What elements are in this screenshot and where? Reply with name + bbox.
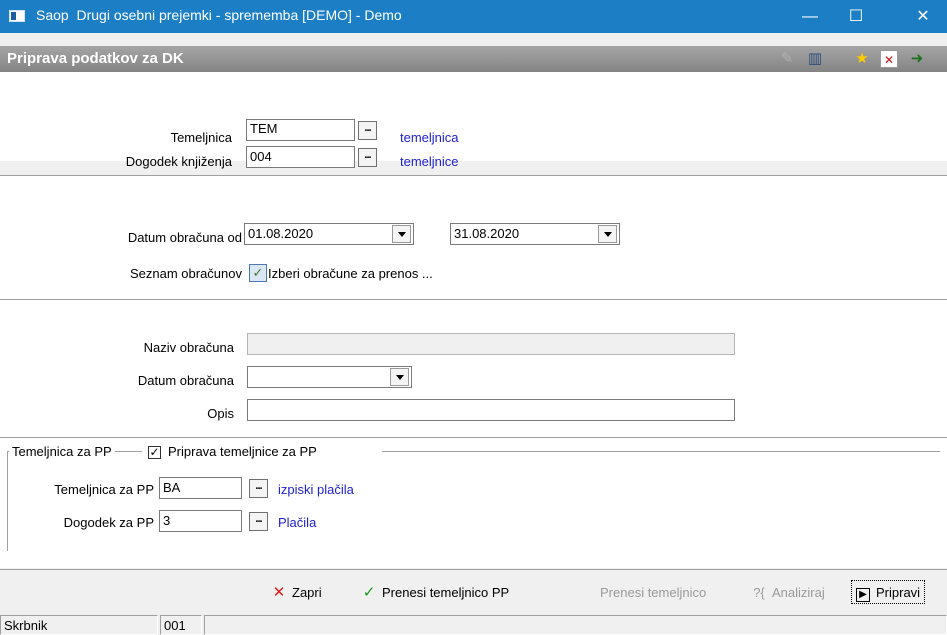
naziv-input[interactable] [247, 333, 735, 355]
temeljnica-field-label: Temeljnica [170, 130, 232, 145]
opis-label: Opis [207, 406, 234, 421]
dogodek-browse-button[interactable]: ... [358, 148, 377, 167]
seznam-link[interactable]: Izberi obračune za prenos ... [268, 266, 433, 281]
window-title-text: Drugi osebni prejemki - sprememba [DEMO]… [76, 7, 402, 23]
section-temeljnica [0, 72, 947, 161]
prenesi-label: Prenesi temeljnico [600, 585, 707, 600]
datum-obracuna-dropdown-button[interactable] [390, 368, 409, 386]
button-bar: ✕ Zapri ✓ Prenesi temeljnico PP Prenesi te… [0, 569, 947, 614]
checklist-icon[interactable]: ✓ [249, 264, 267, 282]
dogodek-pp-input[interactable]: 3 [159, 510, 242, 532]
form-header: Priprava podatkov za DK ✎ ▥ ★ ✕ ➜ [0, 46, 947, 72]
dogodek-input[interactable]: 004 [246, 146, 355, 168]
seznam-label: Seznam obračunov [129, 266, 242, 281]
group-frame-left [7, 451, 8, 551]
pdf-icon[interactable]: ✕ [880, 50, 898, 68]
datum-od-select[interactable]: 01.08.2020 [244, 223, 414, 245]
priprava-pp-checkbox[interactable]: ✓ [148, 446, 161, 459]
maximize-button[interactable]: ☐ [833, 0, 879, 33]
dogodek-pp-link[interactable]: Plačila [278, 515, 316, 530]
exit-icon[interactable]: ➜ [908, 50, 926, 68]
app-icon [9, 10, 25, 22]
datum-obracuna-label: Datum obračuna [137, 373, 234, 388]
temeljnica-pp-label: Temeljnica za PP [54, 482, 154, 497]
zapri-label: Zapri [292, 585, 322, 600]
datum-od-dropdown-button[interactable] [392, 225, 411, 243]
analiziraj-label: Analiziraj [772, 585, 825, 600]
dogodek-pp-label: Dogodek za PP [63, 515, 154, 530]
star-icon[interactable]: ★ [853, 50, 871, 68]
edit-icon[interactable]: ✎ [778, 50, 796, 68]
status-code: 001 [160, 615, 202, 635]
window-title: Saop Drugi osebni prejemki - sprememba [… [36, 7, 402, 23]
dogodek-label: Dogodek knjiženja [125, 154, 232, 169]
pripravi-label: Pripravi [876, 585, 921, 600]
datum-od-value: 01.08.2020 [248, 226, 314, 241]
columns-icon[interactable]: ▥ [806, 50, 824, 68]
close-window-button[interactable]: ✕ [900, 0, 946, 33]
prenesi-pp-button[interactable]: ✓ Prenesi temeljnico PP [360, 581, 509, 605]
temeljnica-pp-link[interactable]: izpiski plačila [278, 482, 354, 497]
analiziraj-button[interactable]: ?{ Analiziraj [750, 581, 825, 605]
datum-do-select[interactable]: 31.08.2020 [450, 223, 620, 245]
play-icon: ▶ [856, 588, 870, 602]
temeljnica-browse-button[interactable]: ... [358, 121, 377, 140]
app-name: Saop [36, 7, 69, 23]
dogodek-pp-browse-button[interactable]: ... [249, 512, 268, 531]
dogodek-link[interactable]: temeljnice [400, 154, 459, 169]
temeljnica-pp-browse-button[interactable]: ... [249, 479, 268, 498]
status-bar: Skrbnik 001 [0, 614, 947, 635]
status-extra [204, 615, 947, 635]
temeljnica-input[interactable]: TEM [246, 119, 355, 141]
status-user: Skrbnik [0, 615, 158, 635]
naziv-label: Naziv obračuna [143, 340, 234, 355]
pripravi-button[interactable]: ▶ Pripravi [851, 580, 926, 604]
datum-obracuna-select[interactable] [247, 366, 412, 388]
datum-do-dropdown-button[interactable] [598, 225, 617, 243]
datum-od-label: Datum obračuna od [127, 230, 242, 245]
priprava-pp-label: Priprava temeljnice za PP [168, 444, 317, 459]
analyze-icon: ?{ [753, 585, 765, 600]
form-title: Priprava podatkov za DK [7, 50, 184, 67]
opis-input[interactable] [247, 399, 735, 421]
zapri-button[interactable]: ✕ Zapri [270, 581, 322, 605]
close-x-icon: ✕ [272, 584, 286, 601]
datum-do-value: 31.08.2020 [454, 226, 520, 241]
title-bar: Saop Drugi osebni prejemki - sprememba [… [0, 0, 947, 33]
prenesi-pp-label: Prenesi temeljnico PP [382, 585, 510, 600]
group-label-temeljnica-pp: Temeljnica za PP [9, 444, 115, 459]
minimize-button[interactable]: — [787, 0, 833, 33]
temeljnica-link[interactable]: temeljnica [400, 130, 459, 145]
temeljnica-pp-input[interactable]: BA [159, 477, 242, 499]
check-icon: ✓ [362, 584, 376, 601]
prenesi-button[interactable]: Prenesi temeljnico [600, 581, 706, 605]
